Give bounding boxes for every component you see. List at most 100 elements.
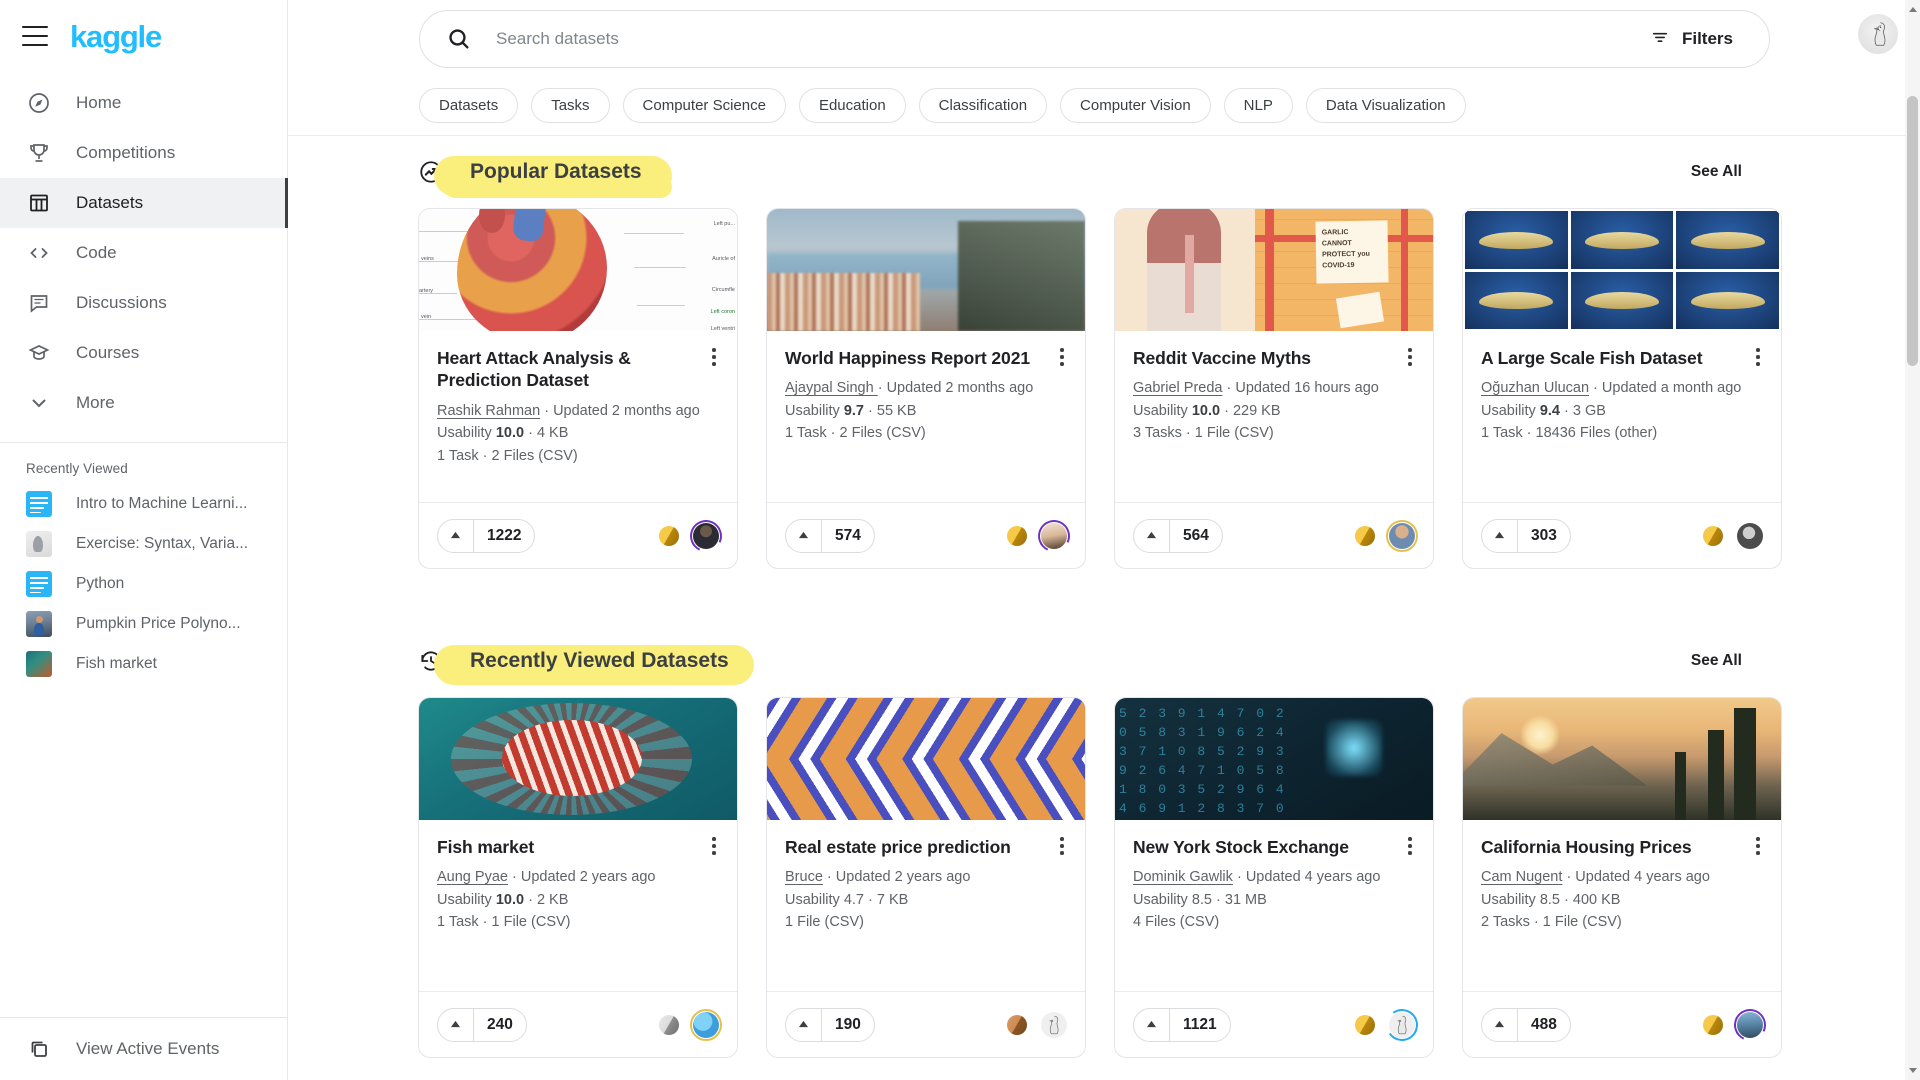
search-bar[interactable]: Filters bbox=[419, 10, 1770, 68]
card-menu-button[interactable] bbox=[1051, 834, 1073, 858]
author-avatar[interactable] bbox=[1737, 522, 1763, 549]
notebook-blue-icon bbox=[26, 491, 52, 517]
gold-medal-icon bbox=[1703, 1014, 1723, 1035]
chip-nlp[interactable]: NLP bbox=[1223, 88, 1293, 123]
author-avatar[interactable] bbox=[690, 1008, 722, 1041]
recent-item-intro-ml[interactable]: Intro to Machine Learni... bbox=[0, 484, 287, 524]
gold-medal-icon bbox=[1703, 525, 1723, 546]
recent-item-exercise-syntax[interactable]: Exercise: Syntax, Varia... bbox=[0, 524, 287, 564]
author-avatar[interactable] bbox=[1386, 519, 1418, 552]
usability-label: Usability bbox=[785, 402, 840, 419]
sidebar-item-discussions[interactable]: Discussions bbox=[0, 278, 287, 328]
card-menu-button[interactable] bbox=[703, 834, 725, 858]
cards-row-popular: veins artery vein Left pu... Auricle of … bbox=[288, 208, 1920, 569]
section-title-recently-viewed: Recently Viewed Datasets bbox=[470, 648, 729, 672]
dataset-title: A Large Scale Fish Dataset bbox=[1481, 348, 1703, 368]
dataset-card[interactable]: 5 2 3 9 1 4 7 0 20 5 8 3 1 9 6 2 43 7 1 … bbox=[1114, 697, 1434, 1058]
author-avatar[interactable] bbox=[1729, 1003, 1771, 1046]
vote-control[interactable]: 564 bbox=[1133, 518, 1223, 553]
chip-tasks[interactable]: Tasks bbox=[531, 88, 610, 123]
usability-label: Usability bbox=[437, 425, 492, 442]
sidebar-item-more[interactable]: More bbox=[0, 378, 287, 428]
kaggle-logo[interactable]: kaggle bbox=[70, 21, 162, 52]
card-menu-button[interactable] bbox=[1747, 345, 1769, 369]
sidebar-item-datasets[interactable]: Datasets bbox=[0, 178, 288, 228]
upvote-button[interactable] bbox=[786, 519, 822, 552]
usability-score: 10.0 bbox=[495, 891, 525, 908]
see-all-recently-viewed[interactable]: See All bbox=[1681, 644, 1752, 678]
upvote-button[interactable] bbox=[438, 519, 474, 552]
dataset-card[interactable]: Fish market Aung Pyae · Updated 2 years … bbox=[418, 697, 738, 1058]
scroll-up-arrow[interactable] bbox=[1905, 2, 1920, 17]
dataset-author[interactable]: Rashik Rahman bbox=[437, 403, 540, 419]
filters-button[interactable]: Filters bbox=[1630, 17, 1757, 61]
recent-item-pumpkin-price[interactable]: Pumpkin Price Polyno... bbox=[0, 604, 287, 644]
search-icon bbox=[446, 26, 472, 52]
chip-computer-science[interactable]: Computer Science bbox=[622, 88, 786, 123]
author-avatar[interactable] bbox=[1383, 1005, 1421, 1044]
chip-data-visualization[interactable]: Data Visualization bbox=[1305, 88, 1466, 123]
usability-label: Usability bbox=[437, 891, 492, 908]
author-avatar[interactable] bbox=[685, 514, 727, 557]
view-active-events-button[interactable]: View Active Events bbox=[0, 1018, 287, 1080]
vote-control[interactable]: 1222 bbox=[437, 518, 536, 553]
dataset-author[interactable]: Aung Pyae bbox=[437, 869, 508, 885]
card-menu-button[interactable] bbox=[1399, 345, 1421, 369]
vote-control[interactable]: 488 bbox=[1481, 1007, 1571, 1042]
author-avatar[interactable] bbox=[1041, 1011, 1067, 1038]
top-bar: Filters Datasets Tasks Computer Science … bbox=[288, 0, 1920, 136]
sidebar-item-competitions[interactable]: Competitions bbox=[0, 128, 287, 178]
hamburger-menu-icon[interactable] bbox=[22, 26, 48, 46]
dataset-author[interactable]: Gabriel Preda bbox=[1133, 380, 1222, 396]
chip-computer-vision[interactable]: Computer Vision bbox=[1060, 88, 1211, 123]
card-menu-button[interactable] bbox=[1051, 345, 1073, 369]
dataset-author[interactable]: Bruce bbox=[785, 869, 823, 885]
vote-count: 303 bbox=[1531, 526, 1557, 544]
dataset-title: New York Stock Exchange bbox=[1133, 837, 1349, 857]
chip-datasets[interactable]: Datasets bbox=[419, 88, 519, 123]
sidebar-item-courses[interactable]: Courses bbox=[0, 328, 287, 378]
recent-item-fish-market[interactable]: Fish market bbox=[0, 644, 287, 684]
upvote-button[interactable] bbox=[1482, 519, 1518, 552]
chip-classification[interactable]: Classification bbox=[918, 88, 1048, 123]
upvote-button[interactable] bbox=[1134, 519, 1170, 552]
dataset-card[interactable]: GARLIC CANNOT PROTECT you COVID-19 Reddit V… bbox=[1114, 208, 1434, 569]
vote-control[interactable]: 574 bbox=[785, 518, 875, 553]
vote-control[interactable]: 303 bbox=[1481, 518, 1571, 553]
dataset-meta: Dominik Gawlik · Updated 4 years ago Usa… bbox=[1133, 866, 1415, 933]
scroll-down-arrow[interactable] bbox=[1905, 1063, 1920, 1078]
dataset-card[interactable]: World Happiness Report 2021 Ajaypal Sing… bbox=[766, 208, 1086, 569]
page-scrollbar[interactable] bbox=[1905, 0, 1920, 1080]
sidebar-item-code[interactable]: Code bbox=[0, 228, 287, 278]
dataset-author[interactable]: Cam Nugent bbox=[1481, 869, 1562, 885]
see-all-popular[interactable]: See All bbox=[1681, 155, 1752, 189]
author-avatar[interactable] bbox=[1033, 514, 1075, 557]
search-input[interactable] bbox=[472, 29, 1630, 49]
card-menu-button[interactable] bbox=[703, 345, 725, 369]
dataset-card[interactable]: A Large Scale Fish Dataset Oğuzhan Uluca… bbox=[1462, 208, 1782, 569]
card-footer: 303 bbox=[1463, 502, 1781, 568]
sidebar-item-home[interactable]: Home bbox=[0, 78, 287, 128]
dataset-title: Reddit Vaccine Myths bbox=[1133, 348, 1311, 368]
user-avatar[interactable] bbox=[1858, 14, 1898, 54]
dataset-card[interactable]: Real estate price prediction Bruce · Upd… bbox=[766, 697, 1086, 1058]
content-scroll-area[interactable]: Popular Datasets See All veins artery ve… bbox=[288, 136, 1920, 1080]
upvote-button[interactable] bbox=[1482, 1008, 1518, 1041]
card-menu-button[interactable] bbox=[1399, 834, 1421, 858]
dataset-card[interactable]: California Housing Prices Cam Nugent · U… bbox=[1462, 697, 1782, 1058]
vote-control[interactable]: 1121 bbox=[1133, 1007, 1231, 1042]
card-menu-button[interactable] bbox=[1747, 834, 1769, 858]
dataset-card[interactable]: veins artery vein Left pu... Auricle of … bbox=[418, 208, 738, 569]
recent-item-python[interactable]: Python bbox=[0, 564, 287, 604]
upvote-button[interactable] bbox=[438, 1008, 474, 1041]
vote-control[interactable]: 190 bbox=[785, 1007, 875, 1042]
dataset-updated: Updated 16 hours ago bbox=[1235, 380, 1379, 397]
chip-education[interactable]: Education bbox=[798, 88, 906, 123]
vote-control[interactable]: 240 bbox=[437, 1007, 527, 1042]
upvote-button[interactable] bbox=[1134, 1008, 1170, 1041]
scrollbar-thumb[interactable] bbox=[1907, 96, 1918, 366]
dataset-author[interactable]: Ajaypal Singh bbox=[785, 380, 878, 396]
dataset-author[interactable]: Oğuzhan Ulucan bbox=[1481, 380, 1589, 396]
upvote-button[interactable] bbox=[786, 1008, 822, 1041]
dataset-author[interactable]: Dominik Gawlik bbox=[1133, 869, 1233, 885]
